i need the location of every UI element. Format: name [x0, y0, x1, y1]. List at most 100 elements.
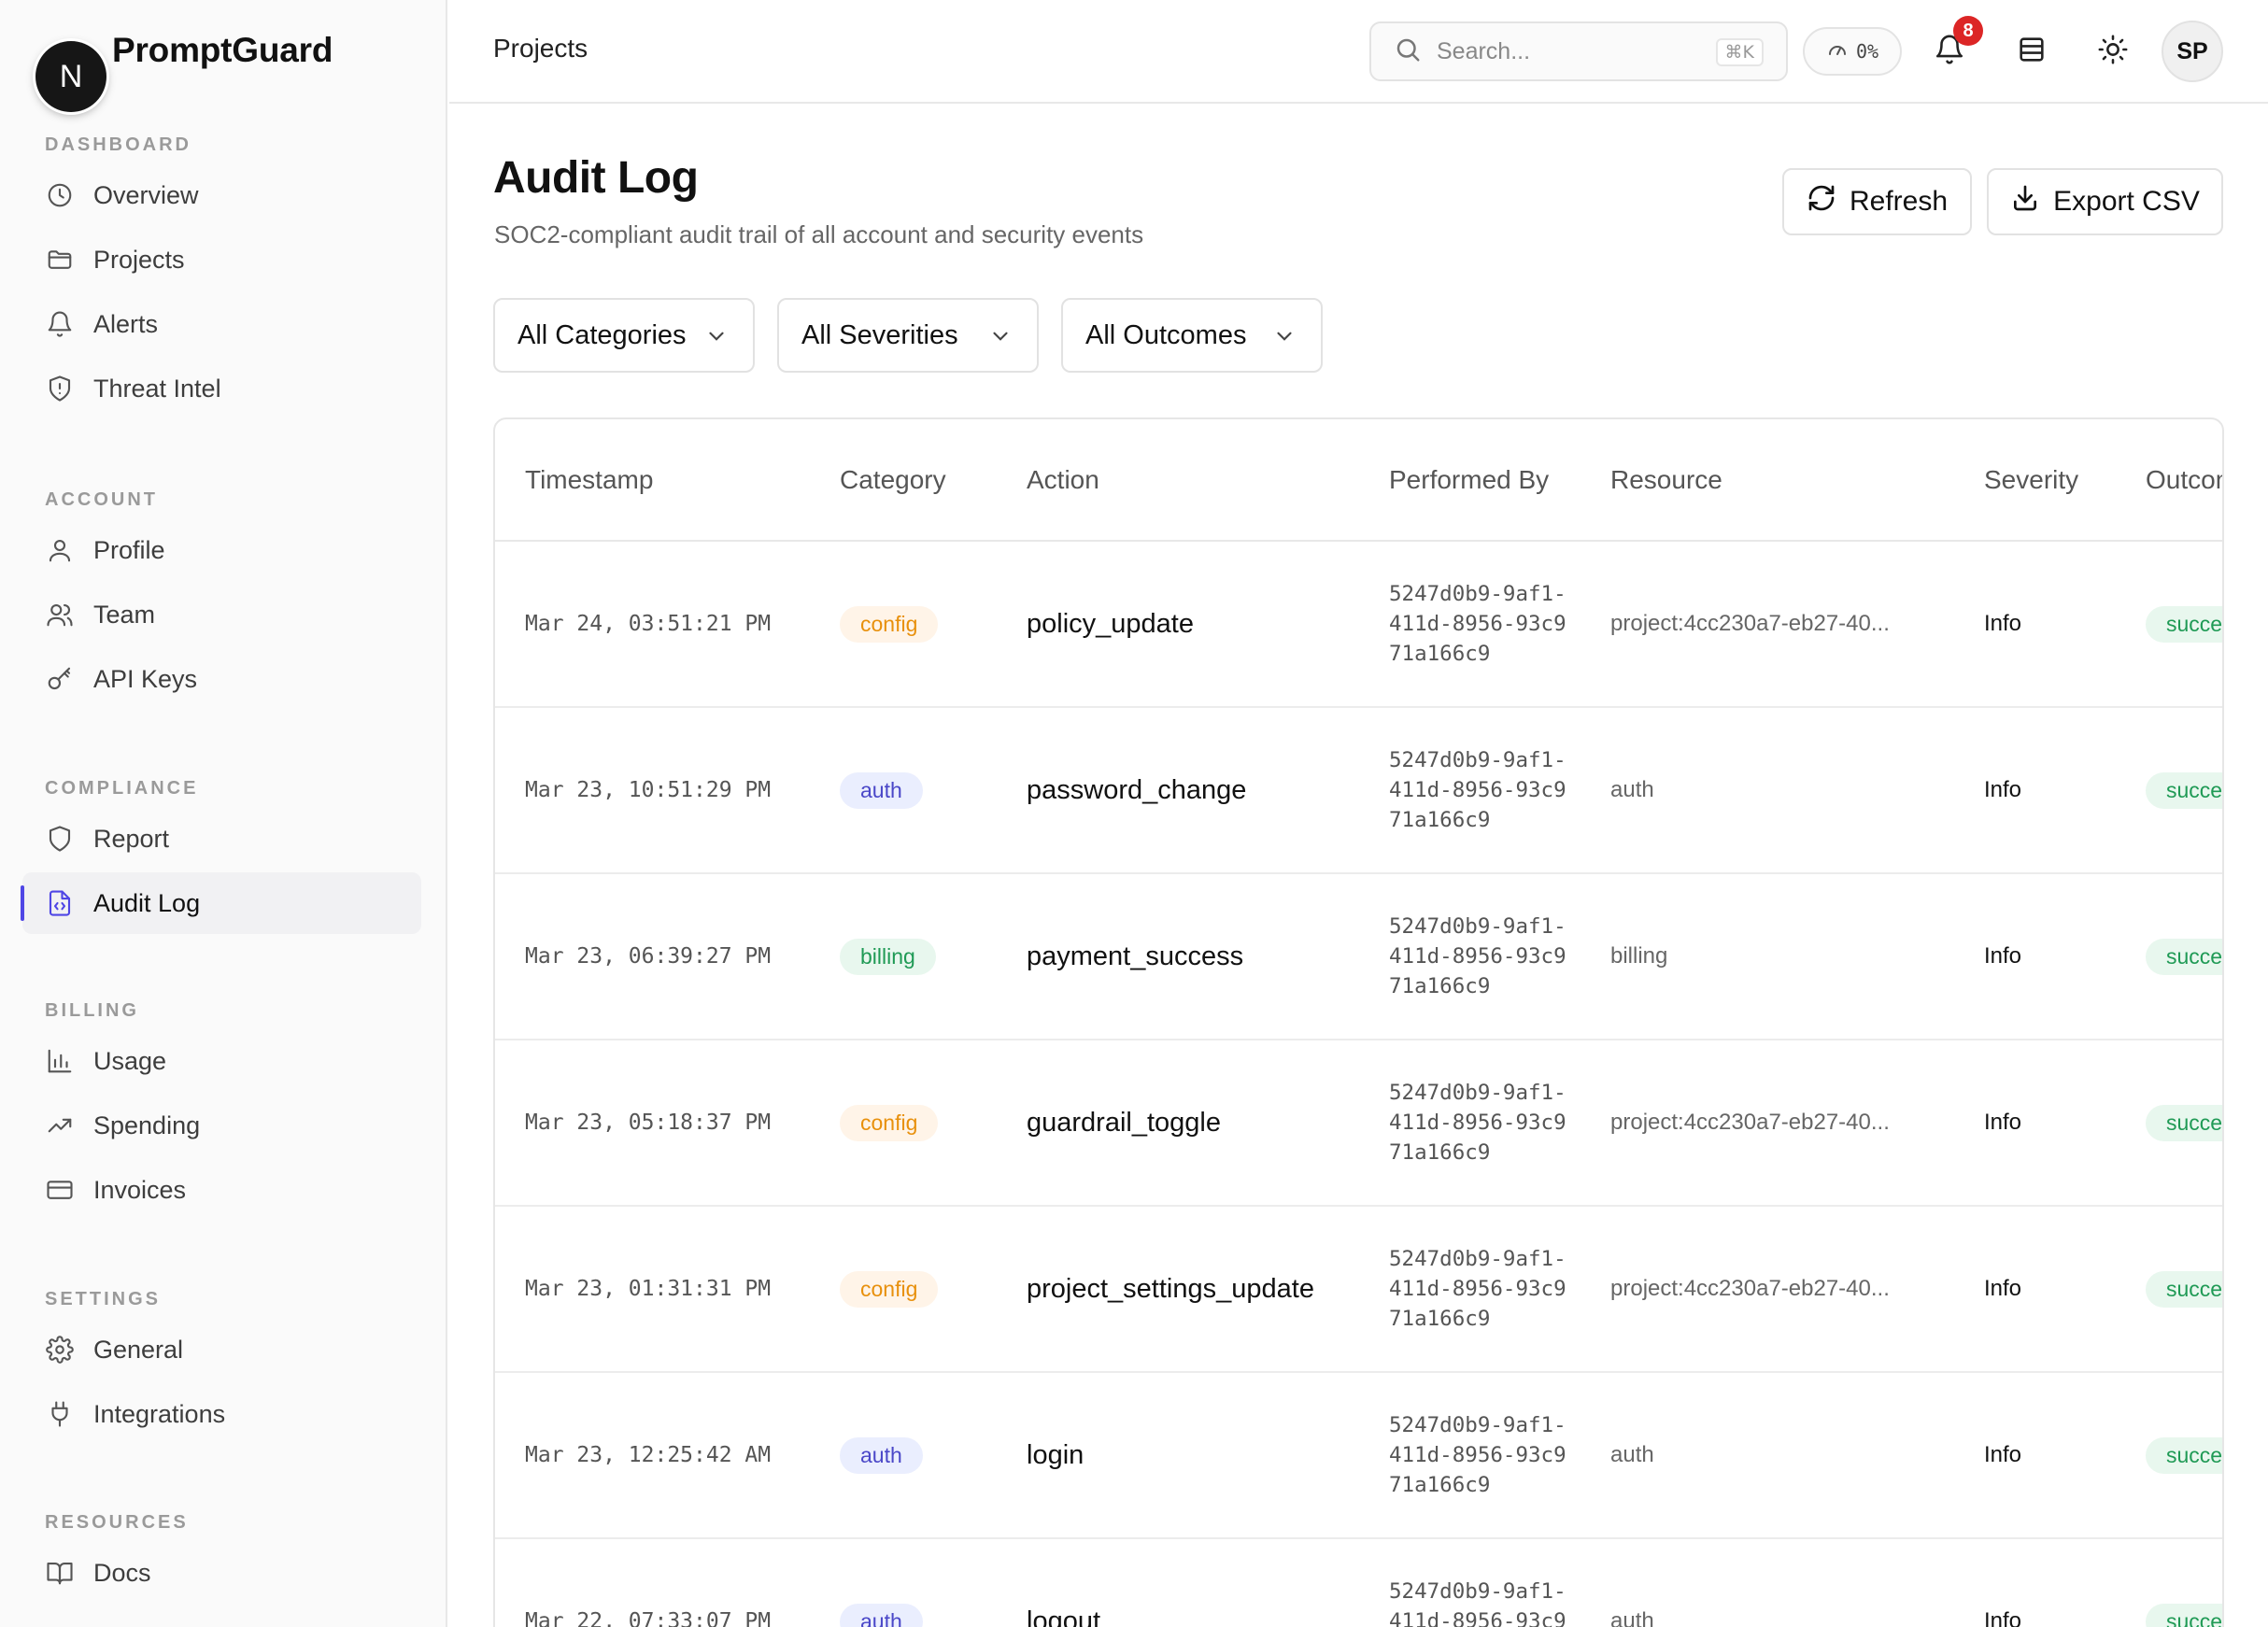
- severity-value: Info: [1984, 1276, 2022, 1301]
- table-header-row: Timestamp Category Action Performed By R…: [495, 419, 2222, 542]
- notification-count: 8: [1953, 16, 1983, 46]
- usage-meter[interactable]: 0%: [1803, 27, 1902, 76]
- column-header-performed-by[interactable]: Performed By: [1359, 419, 1581, 542]
- resource-id: project:4cc230a7-eb27-40...: [1610, 1276, 1890, 1301]
- sidebar-item-usage[interactable]: Usage: [22, 1030, 421, 1092]
- sidebar-item-profile[interactable]: Profile: [22, 519, 421, 581]
- breadcrumb[interactable]: Projects: [493, 34, 588, 64]
- cell-timestamp: Mar 23, 01:31:31 PM: [495, 1206, 810, 1373]
- column-header-timestamp[interactable]: Timestamp: [495, 419, 810, 542]
- file-code-icon: [45, 888, 75, 918]
- page-subtitle: SOC2-compliant audit trail of all accoun…: [494, 220, 1144, 248]
- action-name: login: [1027, 1439, 1084, 1470]
- sidebar-item-report[interactable]: Report: [22, 808, 421, 870]
- refresh-button[interactable]: Refresh: [1782, 168, 1972, 235]
- table-row[interactable]: Mar 23, 10:51:29 PM auth password_change 52…: [495, 707, 2222, 874]
- cell-outcome: success: [2116, 1040, 2222, 1207]
- column-header-category[interactable]: Category: [810, 419, 997, 542]
- cell-timestamp: Mar 23, 06:39:27 PM: [495, 873, 810, 1040]
- notifications-button[interactable]: 8: [1923, 16, 1983, 78]
- severity-value: Info: [1984, 611, 2022, 636]
- cell-performed-by: 5247d0b9-9af1-411d-8956-93c971a166c9: [1359, 1538, 1581, 1627]
- cell-timestamp: Mar 23, 05:18:37 PM: [495, 1040, 810, 1207]
- cell-timestamp: Mar 24, 03:51:21 PM: [495, 541, 810, 708]
- refresh-label: Refresh: [1849, 186, 1949, 217]
- outcome-filter[interactable]: All Outcomes: [1061, 298, 1323, 373]
- sidebar-item-alerts[interactable]: Alerts: [22, 293, 421, 355]
- cell-category: auth: [810, 1538, 997, 1627]
- timestamp: Mar 23, 10:51:29 PM: [525, 778, 772, 802]
- sidebar-item-general[interactable]: General: [22, 1319, 421, 1380]
- nav-heading: ACCOUNT: [45, 489, 158, 510]
- sidebar-item-integrations[interactable]: Integrations: [22, 1383, 421, 1445]
- table-row[interactable]: Mar 22, 07:33:07 PM auth logout 5247d0b9-9a…: [495, 1538, 2222, 1627]
- sidebar-item-overview[interactable]: Overview: [22, 164, 421, 226]
- cell-category: billing: [810, 873, 997, 1040]
- performed-by-id: 5247d0b9-9af1-411d-8956-93c971a166c9: [1389, 1413, 1566, 1497]
- search-input[interactable]: [1437, 37, 1698, 65]
- folder-icon: [45, 245, 75, 275]
- cell-severity: Info: [1954, 707, 2116, 874]
- users-icon: [45, 600, 75, 630]
- timestamp: Mar 24, 03:51:21 PM: [525, 612, 772, 636]
- sidebar-item-label: API Keys: [93, 664, 198, 693]
- column-header-resource[interactable]: Resource: [1581, 419, 1954, 542]
- timestamp: Mar 23, 12:25:42 AM: [525, 1443, 772, 1467]
- trending-up-icon: [45, 1111, 75, 1140]
- resource-id: auth: [1610, 777, 1654, 802]
- cell-severity: Info: [1954, 1040, 2116, 1207]
- nav-section-settings: SETTINGS General Integrations: [0, 1282, 447, 1445]
- table-row[interactable]: Mar 24, 03:51:21 PM config policy_update 52…: [495, 541, 2222, 708]
- cell-action: policy_update: [997, 541, 1359, 708]
- sidebar-item-label: Integrations: [93, 1399, 226, 1428]
- column-header-action[interactable]: Action: [997, 419, 1359, 542]
- outcome-badge: success: [2146, 1436, 2222, 1474]
- sidebar-item-api-keys[interactable]: API Keys: [22, 648, 421, 710]
- sidebar-item-docs[interactable]: Docs: [22, 1542, 421, 1604]
- theme-toggle[interactable]: [2087, 25, 2139, 78]
- sidebar-item-invoices[interactable]: Invoices: [22, 1159, 421, 1221]
- cell-performed-by: 5247d0b9-9af1-411d-8956-93c971a166c9: [1359, 1040, 1581, 1207]
- export-csv-button[interactable]: Export CSV: [1987, 168, 2223, 235]
- cell-resource: auth: [1581, 1538, 1954, 1627]
- category-badge: config: [840, 605, 939, 643]
- user-avatar[interactable]: SP: [2162, 21, 2223, 82]
- cell-resource: auth: [1581, 707, 1954, 874]
- brand-logo: N: [35, 41, 106, 112]
- sidebar-item-threat-intel[interactable]: Threat Intel: [22, 358, 421, 419]
- sidebar-item-spending[interactable]: Spending: [22, 1095, 421, 1156]
- cell-category: config: [810, 1206, 997, 1373]
- table-row[interactable]: Mar 23, 06:39:27 PM billing payment_succes…: [495, 873, 2222, 1040]
- cell-resource: billing: [1581, 873, 1954, 1040]
- cell-timestamp: Mar 22, 07:33:07 PM: [495, 1538, 810, 1627]
- sidebar-item-team[interactable]: Team: [22, 584, 421, 645]
- cell-performed-by: 5247d0b9-9af1-411d-8956-93c971a166c9: [1359, 1372, 1581, 1539]
- layout-button[interactable]: [2006, 25, 2058, 78]
- credit-card-icon: [45, 1175, 75, 1205]
- table-row[interactable]: Mar 23, 01:31:31 PM config project_setting…: [495, 1206, 2222, 1373]
- action-name: password_change: [1027, 774, 1247, 805]
- cell-performed-by: 5247d0b9-9af1-411d-8956-93c971a166c9: [1359, 707, 1581, 874]
- sidebar-item-projects[interactable]: Projects: [22, 229, 421, 290]
- shield-alert-icon: [45, 374, 75, 403]
- column-header-severity[interactable]: Severity: [1954, 419, 2116, 542]
- table-row[interactable]: Mar 23, 12:25:42 AM auth login 5247d0b9-9af…: [495, 1372, 2222, 1539]
- table-row[interactable]: Mar 23, 05:18:37 PM config guardrail_toggl…: [495, 1040, 2222, 1207]
- shield-icon: [45, 824, 75, 854]
- brand[interactable]: N PromptGuard: [35, 31, 333, 112]
- category-badge: auth: [840, 1603, 923, 1627]
- category-filter[interactable]: All Categories: [493, 298, 755, 373]
- severity-filter[interactable]: All Severities: [777, 298, 1039, 373]
- search-box[interactable]: ⌘K: [1369, 21, 1788, 81]
- gear-icon: [45, 1335, 75, 1365]
- search-shortcut: ⌘K: [1715, 38, 1764, 66]
- column-header-outcome[interactable]: Outcome: [2116, 419, 2222, 542]
- nav-section-account: ACCOUNT Profile Team API Keys: [0, 483, 447, 710]
- download-icon: [2010, 183, 2040, 220]
- performed-by-id: 5247d0b9-9af1-411d-8956-93c971a166c9: [1389, 1247, 1566, 1331]
- clock-icon: [45, 180, 75, 210]
- nav-section-resources: RESOURCES Docs: [0, 1506, 447, 1604]
- sidebar-item-audit-log[interactable]: Audit Log: [21, 872, 421, 934]
- cell-outcome: success: [2116, 873, 2222, 1040]
- action-name: guardrail_toggle: [1027, 1107, 1221, 1138]
